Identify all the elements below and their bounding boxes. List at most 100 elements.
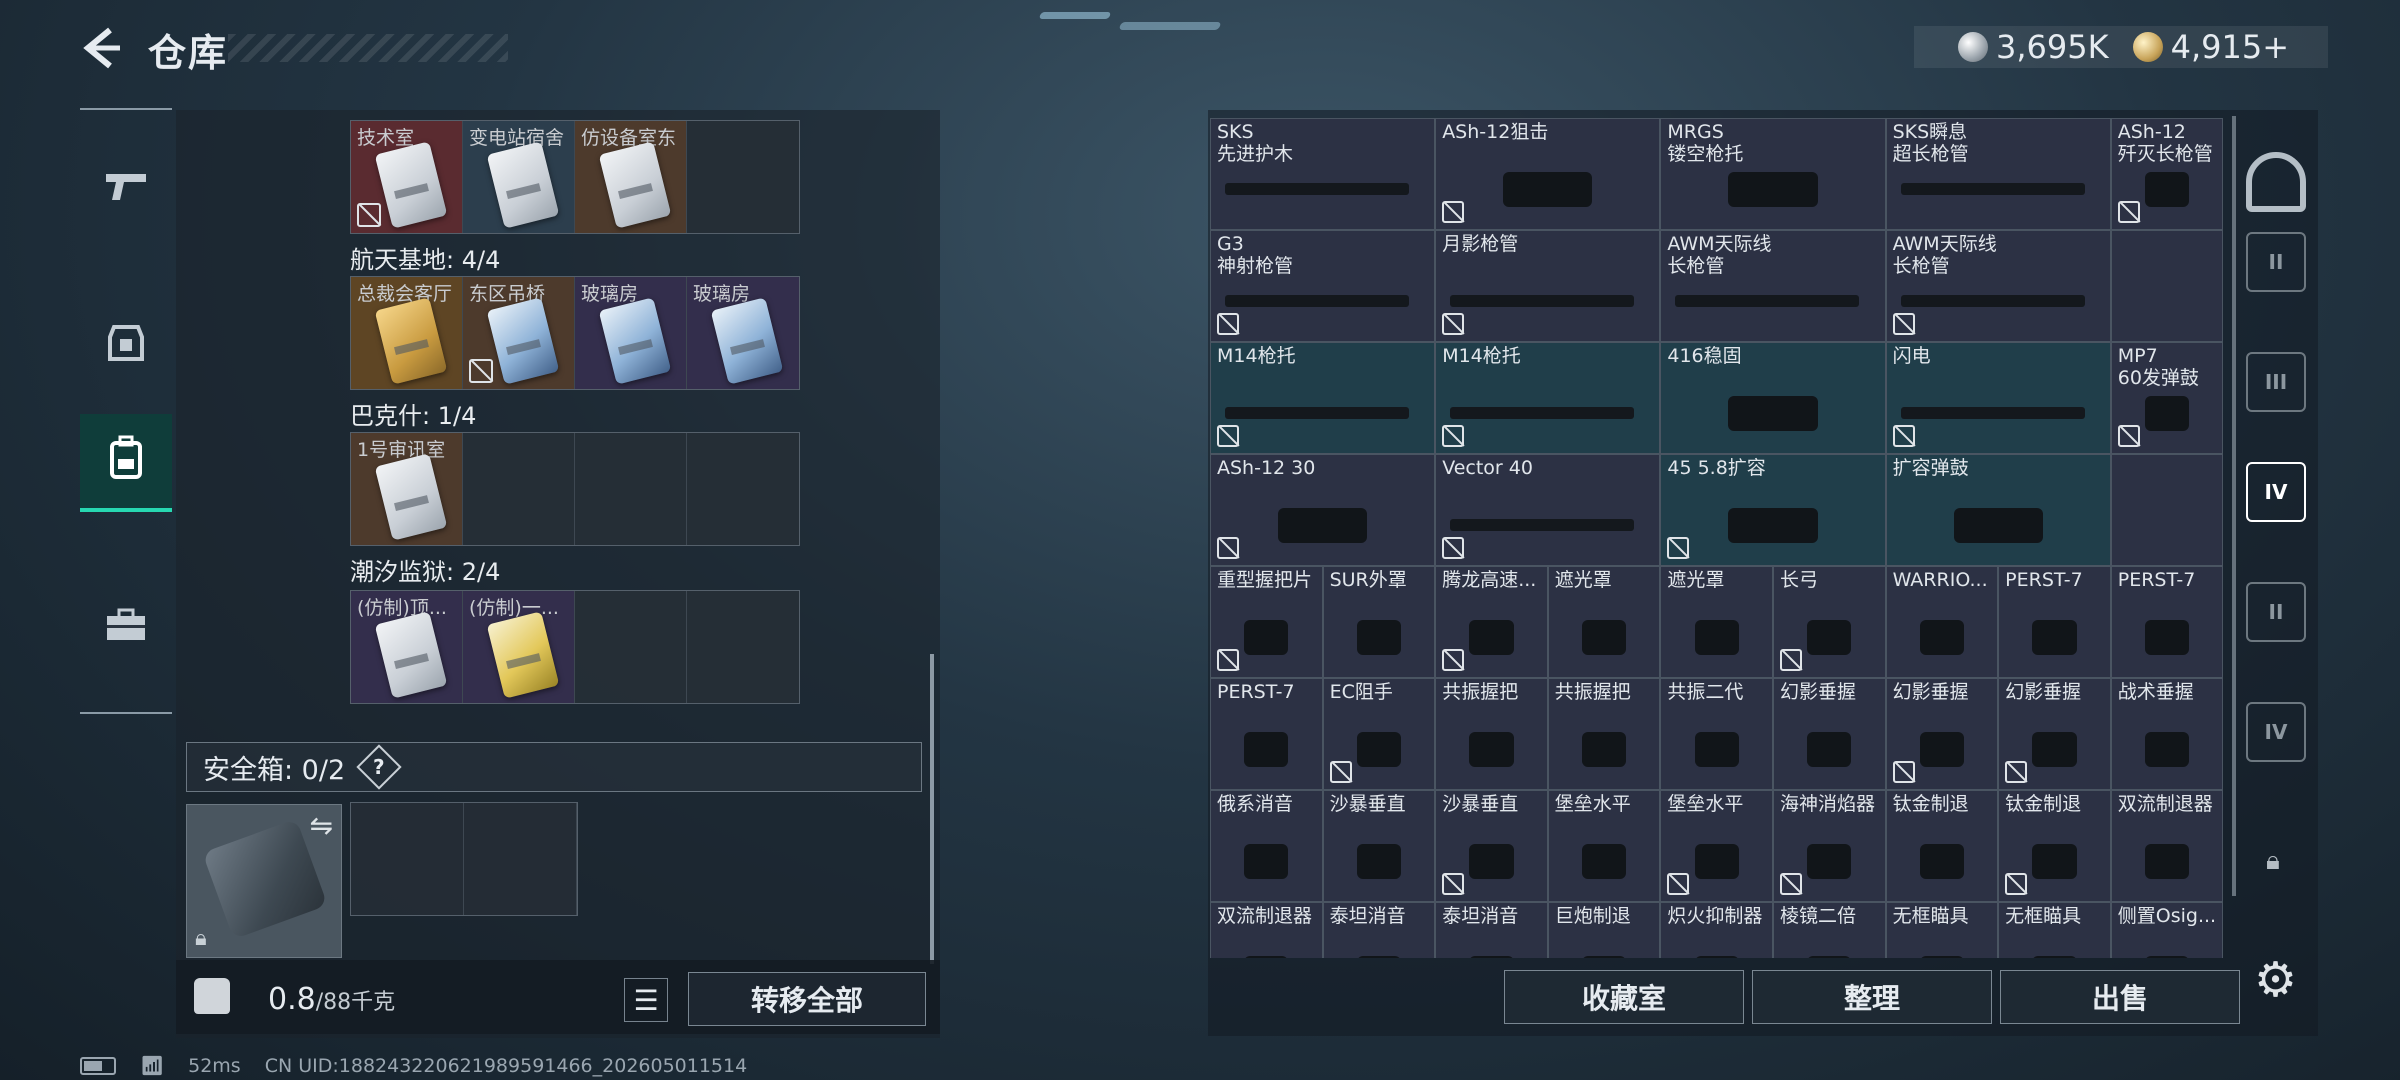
inventory-item[interactable]: PERST-7 — [1998, 566, 2111, 678]
nav-toolbox[interactable] — [80, 580, 172, 678]
transfer-all-button[interactable]: 转移全部 — [688, 972, 926, 1026]
inventory-item[interactable]: EC阻手 — [1322, 678, 1436, 790]
tier-4b[interactable]: IV — [2246, 702, 2306, 762]
key-slot[interactable] — [687, 433, 799, 545]
inventory-item[interactable]: AWM天际线 长枪管 — [1660, 230, 1886, 342]
inventory-item[interactable]: 幻影垂握 — [1772, 678, 1886, 790]
status-bar: 📶︎ 52ms CN UID:1882432206219895914​66_20… — [80, 1054, 747, 1077]
inventory-item[interactable]: MRGS 镂空枪托 — [1660, 118, 1886, 230]
tier-4[interactable]: IV — [2246, 462, 2306, 522]
nav-weapons[interactable] — [80, 140, 172, 238]
inventory-scrollbar[interactable] — [2232, 116, 2236, 896]
inventory-item[interactable]: 堡垒水平 — [1547, 790, 1661, 902]
inventory-item[interactable]: 棱镜二倍 — [1772, 902, 1886, 958]
key-slot[interactable]: 技术室 — [351, 121, 463, 233]
stash-scrollbar[interactable] — [930, 654, 934, 964]
inventory-item[interactable] — [2110, 230, 2224, 342]
inventory-item[interactable]: 钛金制退 — [1885, 790, 1999, 902]
inventory-item[interactable]: 炽火抑制器 — [1660, 902, 1773, 958]
inventory-item[interactable]: 月影枪管 — [1435, 230, 1661, 342]
key-slot[interactable] — [687, 591, 799, 703]
inventory-item[interactable]: 俄系消音 — [1210, 790, 1323, 902]
inventory-item[interactable]: 泰坦消音 — [1322, 902, 1436, 958]
safe-slot[interactable] — [351, 803, 464, 915]
inventory-item[interactable]: 海神消焰器 — [1772, 790, 1886, 902]
inventory-item[interactable]: M14枪托 — [1210, 342, 1436, 454]
key-slot[interactable] — [575, 433, 687, 545]
key-slot[interactable] — [575, 591, 687, 703]
nav-backpack[interactable] — [80, 414, 172, 512]
key-slot[interactable]: 玻璃房 — [687, 277, 799, 389]
tier-all[interactable] — [2246, 152, 2306, 212]
inventory-item[interactable]: ASh-12狙击 — [1435, 118, 1661, 230]
attachment-icon — [1244, 731, 1289, 767]
key-slot[interactable]: 变电站宿舍 — [463, 121, 575, 233]
inventory-item[interactable]: SKS瞬息 超长枪管 — [1885, 118, 2111, 230]
inventory-item[interactable]: 遮光罩 — [1547, 566, 1661, 678]
inventory-item[interactable]: 45 5.8扩容 — [1660, 454, 1886, 566]
sell-button[interactable]: 出售 — [2000, 970, 2240, 1024]
tier-3[interactable]: III — [2246, 352, 2306, 412]
settings-button[interactable]: ⚙ — [2254, 952, 2297, 1008]
inventory-item[interactable]: 幻影垂握 — [1998, 678, 2111, 790]
inventory-item[interactable]: Vector 40 — [1435, 454, 1661, 566]
inventory-item[interactable]: 沙暴垂直 — [1435, 790, 1548, 902]
inventory-item[interactable]: 巨炮制退 — [1547, 902, 1661, 958]
nav-armor[interactable] — [80, 298, 172, 396]
inventory-item[interactable]: 堡垒水平 — [1660, 790, 1773, 902]
inventory-item[interactable]: SUR外罩 — [1322, 566, 1436, 678]
inventory-item[interactable]: 共振握把 — [1435, 678, 1548, 790]
collection-room-button[interactable]: 收藏室 — [1504, 970, 1744, 1024]
inventory-item[interactable]: ASh-12 30 — [1210, 454, 1436, 566]
sort-button[interactable]: 整理 — [1752, 970, 1992, 1024]
inventory-item[interactable]: 泰坦消音 — [1435, 902, 1548, 958]
inventory-item[interactable]: M14枪托 — [1435, 342, 1661, 454]
swap-icon[interactable]: ⇋ — [310, 809, 333, 842]
inventory-item[interactable]: 双流制退器 — [1210, 902, 1323, 958]
inventory-item[interactable]: 416稳固 — [1660, 342, 1886, 454]
key-slot[interactable]: (仿制)一... — [463, 591, 575, 703]
help-button[interactable]: ? — [356, 744, 402, 790]
inventory-item[interactable]: 沙暴垂直 — [1322, 790, 1436, 902]
inventory-item[interactable]: WARRIO... — [1885, 566, 1999, 678]
tier-2b[interactable]: II — [2246, 582, 2306, 642]
inventory-item[interactable]: 侧置Osig... — [2110, 902, 2224, 958]
inventory-item[interactable]: 无框瞄具 — [1998, 902, 2111, 958]
inventory-item[interactable]: AWM天际线 长枪管 — [1885, 230, 2111, 342]
inventory-item[interactable]: 重型握把片 — [1210, 566, 1323, 678]
gold-currency-value[interactable]: 4,915+ — [2171, 28, 2289, 66]
key-slot[interactable]: 1号审讯室 — [351, 433, 463, 545]
inventory-item[interactable]: 钛金制退 — [1998, 790, 2111, 902]
safe-box-item[interactable]: ⇋ 🔒︎ — [186, 804, 342, 958]
inventory-item[interactable]: PERST-7 — [1210, 678, 1323, 790]
inventory-item[interactable]: ASh-12 歼灭长枪管 — [2110, 118, 2224, 230]
inventory-item[interactable]: 遮光罩 — [1660, 566, 1773, 678]
key-slot[interactable]: 仿设备室东 — [575, 121, 687, 233]
inventory-item[interactable]: 共振二代 — [1660, 678, 1773, 790]
inventory-item[interactable]: 共振握把 — [1547, 678, 1661, 790]
inventory-item[interactable]: 双流制退器 — [2110, 790, 2224, 902]
inventory-item[interactable]: 战术垂握 — [2110, 678, 2224, 790]
list-view-button[interactable]: ☰ — [624, 978, 668, 1022]
inventory-item[interactable]: 腾龙高速... — [1435, 566, 1548, 678]
inventory-item[interactable]: 幻影垂握 — [1885, 678, 1999, 790]
key-slot[interactable]: (仿制)顶... — [351, 591, 463, 703]
safe-slot[interactable] — [464, 803, 577, 915]
untradeable-icon — [1442, 201, 1465, 223]
inventory-item[interactable]: G3 神射枪管 — [1210, 230, 1436, 342]
inventory-item[interactable]: PERST-7 — [2110, 566, 2224, 678]
key-slot[interactable] — [687, 121, 799, 233]
key-slot[interactable]: 玻璃房 — [575, 277, 687, 389]
inventory-item[interactable]: 扩容弹鼓 — [1885, 454, 2111, 566]
key-slot[interactable]: 东区吊桥 — [463, 277, 575, 389]
tier-2[interactable]: II — [2246, 232, 2306, 292]
inventory-item[interactable]: SKS 先进护木 — [1210, 118, 1436, 230]
inventory-item[interactable] — [2110, 454, 2224, 566]
inventory-item[interactable]: 闪电 — [1885, 342, 2111, 454]
key-slot[interactable]: 总裁会客厅 — [351, 277, 463, 389]
key-slot[interactable] — [463, 433, 575, 545]
inventory-item[interactable]: MP7 60发弹鼓 — [2110, 342, 2224, 454]
inventory-item[interactable]: 长弓 — [1772, 566, 1886, 678]
back-button[interactable] — [78, 26, 122, 70]
inventory-item[interactable]: 无框瞄具 — [1885, 902, 1999, 958]
